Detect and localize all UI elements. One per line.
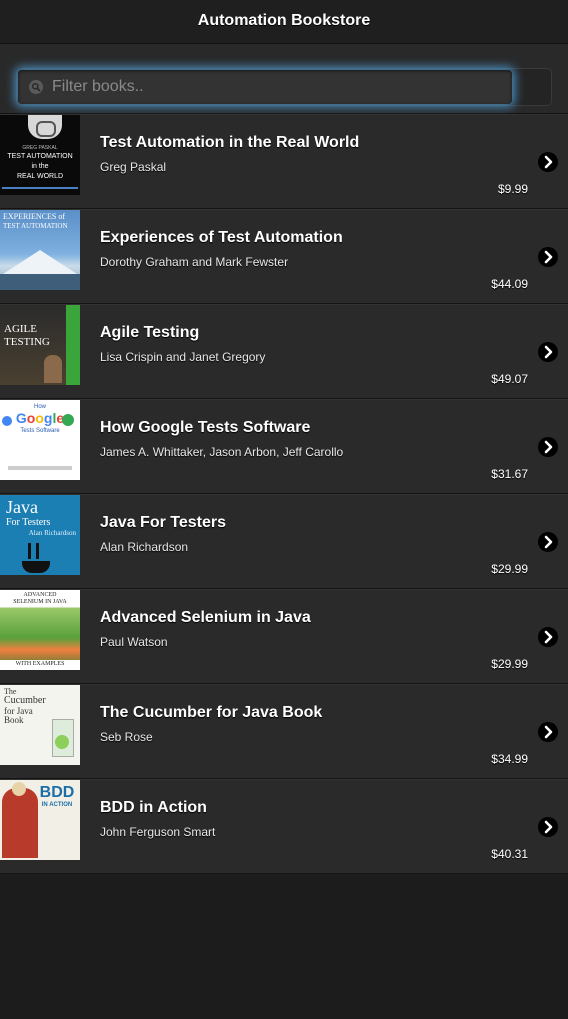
book-price: $31.67 — [491, 467, 528, 481]
book-cover: EXPERIENCES of TEST AUTOMATION — [0, 210, 80, 290]
book-price: $29.99 — [491, 562, 528, 576]
book-author: Greg Paskal — [100, 160, 167, 174]
book-list: GREG PASKAL TEST AUTOMATION in the REAL … — [0, 114, 568, 874]
list-item[interactable]: ADVANCED SELENIUM IN JAVA WITH EXAMPLES … — [0, 589, 568, 684]
book-author: James A. Whittaker, Jason Arbon, Jeff Ca… — [100, 445, 344, 459]
book-author: Dorothy Graham and Mark Fewster — [100, 255, 289, 269]
search-container — [16, 68, 552, 106]
book-title: How Google Tests Software — [100, 419, 311, 436]
search-icon — [28, 79, 44, 95]
book-price: $29.99 — [491, 657, 528, 671]
book-cover: ADVANCED SELENIUM IN JAVA WITH EXAMPLES — [0, 590, 80, 670]
list-item[interactable]: How Google Tests Software How Google Tes… — [0, 399, 568, 494]
book-title: The Cucumber for Java Book — [100, 704, 323, 721]
book-title: Java For Testers — [100, 514, 226, 531]
book-author: Alan Richardson — [100, 540, 189, 554]
chevron-right-icon[interactable] — [538, 152, 558, 172]
search-field[interactable] — [18, 70, 512, 104]
book-cover: AGILE TESTING — [0, 305, 80, 385]
book-price: $49.07 — [491, 372, 528, 386]
book-cover: The Cucumber for Java Book — [0, 685, 80, 765]
list-item[interactable]: The Cucumber for Java Book The Cucumber … — [0, 684, 568, 779]
book-author: Lisa Crispin and Janet Gregory — [100, 350, 266, 364]
book-title: Test Automation in the Real World — [100, 134, 360, 151]
list-item[interactable]: Java For Testers Alan Richardson Java Fo… — [0, 494, 568, 589]
chevron-right-icon[interactable] — [538, 247, 558, 267]
book-price: $9.99 — [497, 182, 528, 196]
book-title: BDD in Action — [100, 799, 207, 816]
book-author: Seb Rose — [100, 730, 153, 744]
book-cover: How Google Tests Software — [0, 400, 80, 480]
book-title: Agile Testing — [100, 324, 200, 341]
book-price: $44.09 — [491, 277, 528, 291]
list-item[interactable]: AGILE TESTING Agile Testing Lisa Crispin… — [0, 304, 568, 399]
chevron-right-icon[interactable] — [538, 627, 558, 647]
chevron-right-icon[interactable] — [538, 722, 558, 742]
page-title: Automation Bookstore — [197, 11, 371, 29]
search-input[interactable] — [50, 77, 494, 97]
book-price: $34.99 — [491, 752, 528, 766]
chevron-right-icon[interactable] — [538, 817, 558, 837]
list-item[interactable]: GREG PASKAL TEST AUTOMATION in the REAL … — [0, 114, 568, 209]
book-cover: GREG PASKAL TEST AUTOMATION in the REAL … — [0, 115, 80, 195]
app-header: Automation Bookstore — [0, 0, 568, 44]
book-cover: BDD IN ACTION — [0, 780, 80, 860]
book-title: Advanced Selenium in Java — [100, 609, 311, 626]
search-bar — [0, 44, 568, 114]
list-item[interactable]: BDD IN ACTION BDD in Action John Ferguso… — [0, 779, 568, 874]
chevron-right-icon[interactable] — [538, 532, 558, 552]
list-item[interactable]: EXPERIENCES of TEST AUTOMATION Experienc… — [0, 209, 568, 304]
book-cover: Java For Testers Alan Richardson — [0, 495, 80, 575]
book-author: John Ferguson Smart — [100, 825, 216, 839]
book-title: Experiences of Test Automation — [100, 229, 343, 246]
book-price: $40.31 — [491, 847, 528, 861]
chevron-right-icon[interactable] — [538, 437, 558, 457]
chevron-right-icon[interactable] — [538, 342, 558, 362]
book-author: Paul Watson — [100, 635, 168, 649]
